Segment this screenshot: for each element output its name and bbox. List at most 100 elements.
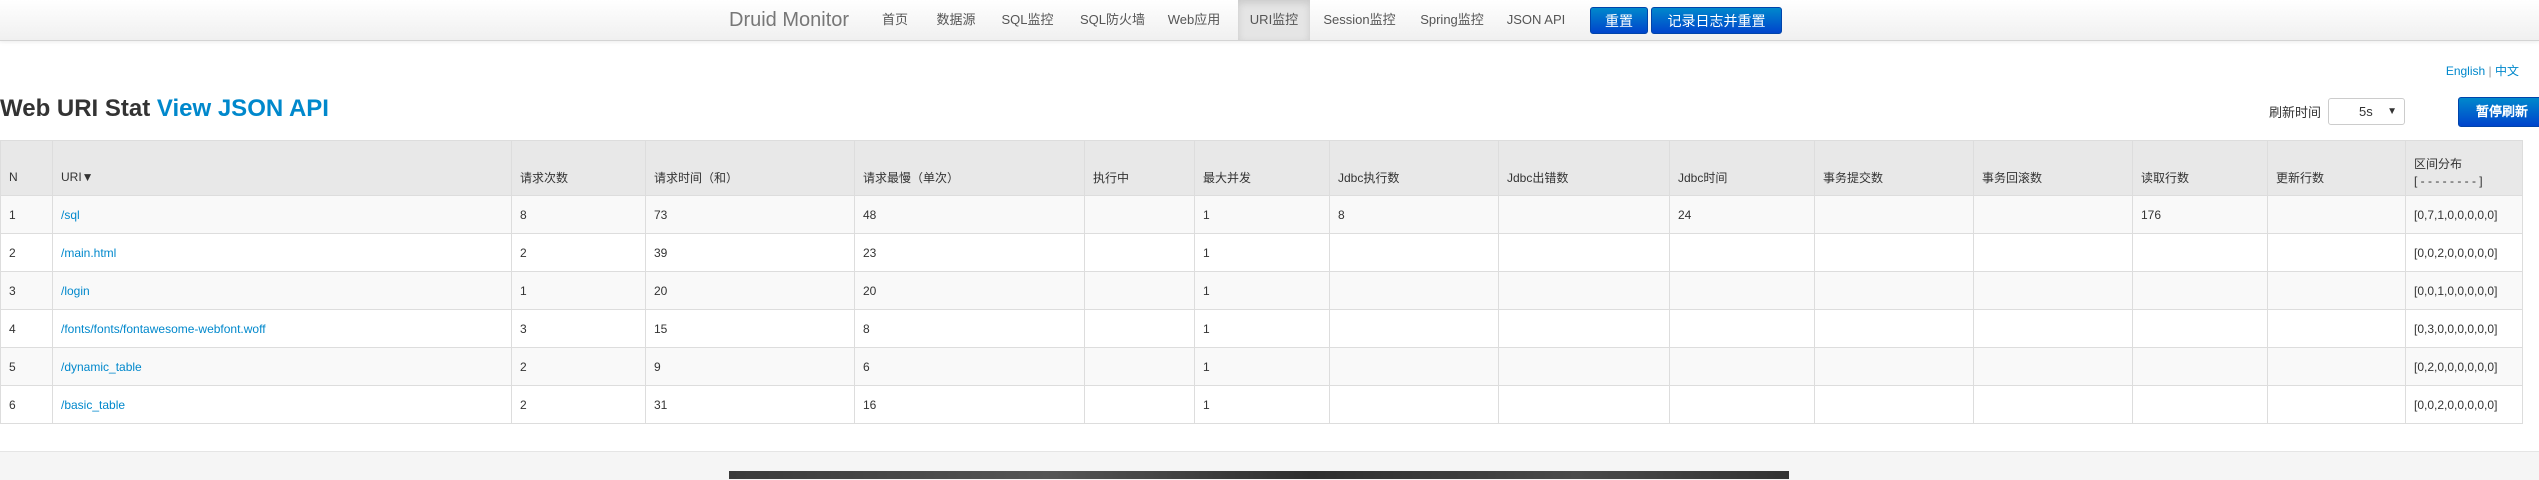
- brand-title[interactable]: Druid Monitor: [729, 9, 849, 32]
- col-header-jdbc-exec[interactable]: Jdbc执行数: [1329, 140, 1499, 196]
- footer-banner-image: [729, 471, 1789, 479]
- cell-jdbc-exec: 8: [1329, 195, 1499, 234]
- cell-tx-rollback: [1973, 347, 2133, 386]
- col-header-running[interactable]: 执行中: [1084, 140, 1195, 196]
- cell-fetch-rows: 176: [2132, 195, 2268, 234]
- cell-update-rows: [2267, 271, 2406, 310]
- cell-running: [1084, 385, 1195, 424]
- col-header-max-concurrent[interactable]: 最大并发: [1194, 140, 1330, 196]
- cell-request-time-sum: 9: [645, 347, 855, 386]
- table-row: 6/basic_table 2 31 16 1 [0,0,2,0,0,0,0,0]: [0, 385, 2523, 424]
- uri-stat-table: N URI▼ 请求次数 请求时间（和） 请求最慢（单次） 执行中 最大并发 Jd…: [0, 140, 2523, 424]
- cell-tx-rollback: [1973, 385, 2133, 424]
- uri-link[interactable]: /sql: [61, 208, 80, 222]
- cell-request-time-sum: 15: [645, 309, 855, 348]
- nav-datasource[interactable]: 数据源: [931, 0, 981, 40]
- col-header-fetch-rows[interactable]: 读取行数: [2132, 140, 2268, 196]
- cell-fetch-rows: [2132, 271, 2268, 310]
- cell-histogram: [0,7,1,0,0,0,0,0]: [2405, 195, 2523, 234]
- nav-sql-firewall[interactable]: SQL防火墙: [1075, 0, 1150, 40]
- col-header-uri[interactable]: URI▼: [52, 140, 512, 196]
- nav-json-api[interactable]: JSON API: [1503, 0, 1569, 40]
- cell-update-rows: [2267, 233, 2406, 272]
- cell-jdbc-time: [1669, 347, 1815, 386]
- chevron-down-icon: ▼: [2387, 106, 2397, 117]
- col-header-jdbc-error[interactable]: Jdbc出错数: [1498, 140, 1670, 196]
- cell-request-time-max: 23: [854, 233, 1085, 272]
- uri-link[interactable]: /basic_table: [61, 398, 125, 412]
- uri-link[interactable]: /login: [61, 284, 90, 298]
- cell-jdbc-time: [1669, 233, 1815, 272]
- cell-tx-commit: [1814, 385, 1974, 424]
- cell-running: [1084, 309, 1195, 348]
- cell-tx-rollback: [1973, 271, 2133, 310]
- log-and-reset-button[interactable]: 记录日志并重置: [1651, 7, 1782, 34]
- col-header-histogram[interactable]: 区间分布 [ - - - - - - - - ]: [2405, 140, 2523, 196]
- cell-max-concurrent: 1: [1194, 385, 1330, 424]
- nav-sql-monitor[interactable]: SQL监控: [995, 0, 1060, 40]
- table-row: 5/dynamic_table 2 9 6 1 [0,2,0,0,0,0,0,0]: [0, 347, 2523, 386]
- cell-uri: /basic_table: [52, 385, 512, 424]
- cell-jdbc-time: [1669, 271, 1815, 310]
- view-json-api-link[interactable]: View JSON API: [157, 95, 329, 122]
- cell-max-concurrent: 1: [1194, 233, 1330, 272]
- cell-n: 6: [0, 385, 53, 424]
- nav-home[interactable]: 首页: [874, 0, 916, 40]
- histogram-header-label: 区间分布: [2414, 157, 2463, 171]
- cell-jdbc-exec: [1329, 385, 1499, 424]
- cell-request-time-max: 20: [854, 271, 1085, 310]
- lang-separator: |: [2485, 64, 2495, 78]
- nav-spring-monitor[interactable]: Spring监控: [1413, 0, 1491, 40]
- nav-web-app[interactable]: Web应用: [1163, 0, 1225, 40]
- cell-request-count: 8: [511, 195, 646, 234]
- cell-update-rows: [2267, 195, 2406, 234]
- cell-jdbc-exec: [1329, 347, 1499, 386]
- col-header-request-time-max[interactable]: 请求最慢（单次）: [854, 140, 1085, 196]
- col-header-request-count[interactable]: 请求次数: [511, 140, 646, 196]
- col-header-request-time-sum[interactable]: 请求时间（和）: [645, 140, 855, 196]
- cell-tx-commit: [1814, 195, 1974, 234]
- refresh-interval-select[interactable]: 5s ▼: [2328, 98, 2405, 125]
- histogram-header-sub: [ - - - - - - - - ]: [2414, 174, 2483, 188]
- cell-fetch-rows: [2132, 309, 2268, 348]
- cell-uri: /dynamic_table: [52, 347, 512, 386]
- cell-request-count: 1: [511, 271, 646, 310]
- cell-fetch-rows: [2132, 385, 2268, 424]
- pause-refresh-button[interactable]: 暂停刷新: [2458, 97, 2539, 127]
- table-body: 1/sql 8 73 48 1 8 24 176 [0,7,1,0,0,0,0,0] 2/main…: [0, 195, 2523, 424]
- cell-n: 3: [0, 271, 53, 310]
- cell-histogram: [0,0,2,0,0,0,0,0]: [2405, 233, 2523, 272]
- cell-n: 1: [0, 195, 53, 234]
- col-header-n: N: [0, 140, 53, 196]
- cell-fetch-rows: [2132, 233, 2268, 272]
- cell-histogram: [0,0,2,0,0,0,0,0]: [2405, 385, 2523, 424]
- col-header-tx-commit[interactable]: 事务提交数: [1814, 140, 1974, 196]
- table-row: 1/sql 8 73 48 1 8 24 176 [0,7,1,0,0,0,0,0]: [0, 195, 2523, 234]
- cell-histogram: [0,3,0,0,0,0,0,0]: [2405, 309, 2523, 348]
- cell-uri: /fonts/fonts/fontawesome-webfont.woff: [52, 309, 512, 348]
- nav-uri-monitor[interactable]: URI监控: [1238, 0, 1310, 40]
- col-header-tx-rollback[interactable]: 事务回滚数: [1973, 140, 2133, 196]
- refresh-interval-value: 5s: [2359, 104, 2373, 119]
- uri-link[interactable]: /main.html: [61, 246, 116, 260]
- cell-request-count: 3: [511, 309, 646, 348]
- lang-chinese-link[interactable]: 中文: [2495, 64, 2519, 78]
- uri-link[interactable]: /fonts/fonts/fontawesome-webfont.woff: [61, 322, 266, 336]
- page-title: Web URI Stat View JSON API: [0, 95, 329, 123]
- cell-request-time-max: 6: [854, 347, 1085, 386]
- cell-running: [1084, 347, 1195, 386]
- reset-button[interactable]: 重置: [1590, 7, 1648, 34]
- col-header-jdbc-time[interactable]: Jdbc时间: [1669, 140, 1815, 196]
- cell-update-rows: [2267, 385, 2406, 424]
- table-row: 2/main.html 2 39 23 1 [0,0,2,0,0,0,0,0]: [0, 233, 2523, 272]
- col-header-update-rows[interactable]: 更新行数: [2267, 140, 2406, 196]
- table-header-row: N URI▼ 请求次数 请求时间（和） 请求最慢（单次） 执行中 最大并发 Jd…: [0, 140, 2523, 196]
- nav-session-monitor[interactable]: Session监控: [1318, 0, 1401, 40]
- cell-jdbc-error: [1498, 309, 1670, 348]
- cell-update-rows: [2267, 309, 2406, 348]
- cell-request-time-sum: 73: [645, 195, 855, 234]
- cell-request-time-max: 8: [854, 309, 1085, 348]
- cell-tx-commit: [1814, 233, 1974, 272]
- lang-english-link[interactable]: English: [2446, 64, 2485, 78]
- uri-link[interactable]: /dynamic_table: [61, 360, 142, 374]
